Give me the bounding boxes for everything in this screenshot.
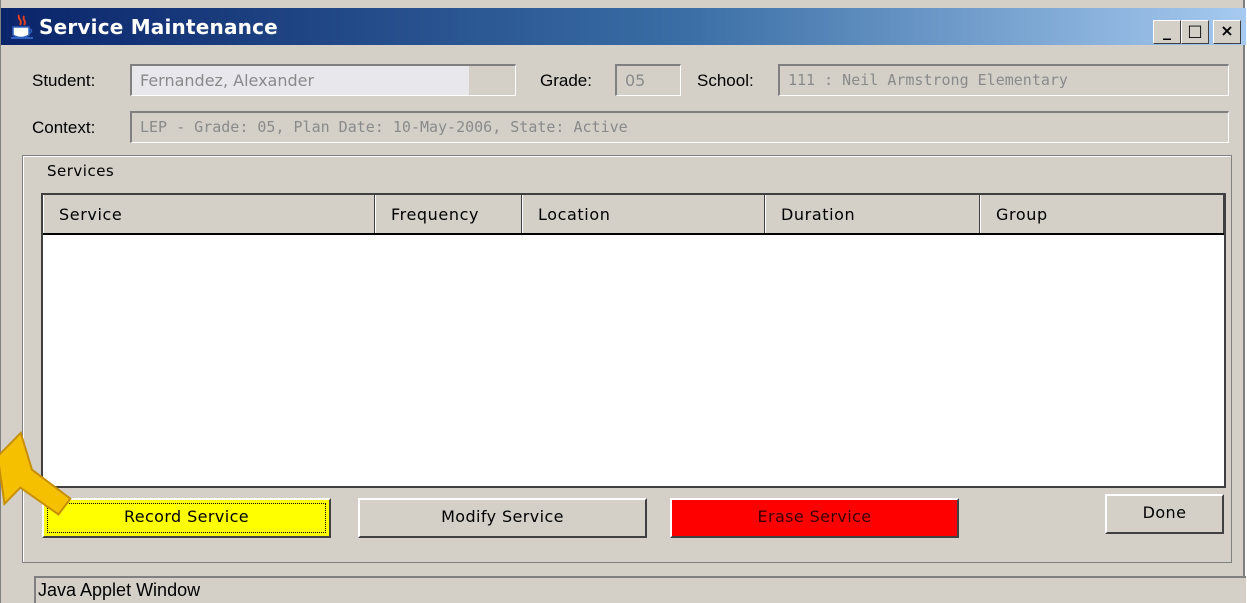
grade-label: Grade: xyxy=(540,71,592,90)
close-button[interactable]: × xyxy=(1213,20,1241,44)
minimize-button[interactable]: _ xyxy=(1153,20,1181,44)
context-label: Context: xyxy=(32,118,96,137)
context-field: LEP - Grade: 05, Plan Date: 10-May-2006,… xyxy=(130,111,1229,143)
column-header-frequency[interactable]: Frequency xyxy=(375,195,522,233)
record-service-label: Record Service xyxy=(123,507,250,526)
column-header-group[interactable]: Group xyxy=(980,195,1224,233)
window-title: Service Maintenance xyxy=(39,15,278,39)
column-header-service[interactable]: Service xyxy=(43,195,375,233)
table-header: Service Frequency Location Duration Grou… xyxy=(43,195,1224,235)
applet-window: Service Maintenance _ □ × Student: Ferna… xyxy=(0,0,1246,603)
school-label: School: xyxy=(697,71,754,90)
title-bar[interactable]: Service Maintenance _ □ × xyxy=(1,8,1246,45)
erase-service-button[interactable]: Erase Service xyxy=(670,498,959,538)
student-label: Student: xyxy=(32,71,96,90)
column-header-duration[interactable]: Duration xyxy=(765,195,980,233)
services-group-title: Services xyxy=(47,162,115,180)
services-table[interactable]: Service Frequency Location Duration Grou… xyxy=(41,193,1226,488)
status-bar: Java Applet Window xyxy=(34,576,1246,603)
column-header-location[interactable]: Location xyxy=(522,195,765,233)
modify-service-button[interactable]: Modify Service xyxy=(358,498,647,538)
school-field: 111 : Neil Armstrong Elementary xyxy=(778,64,1229,96)
student-field: Fernandez, Alexander xyxy=(130,64,516,96)
done-button[interactable]: Done xyxy=(1105,494,1224,534)
maximize-button[interactable]: □ xyxy=(1181,20,1209,44)
arrow-pointer-icon xyxy=(0,431,72,516)
grade-field: 05 xyxy=(615,64,681,96)
java-cup-icon xyxy=(11,14,33,39)
